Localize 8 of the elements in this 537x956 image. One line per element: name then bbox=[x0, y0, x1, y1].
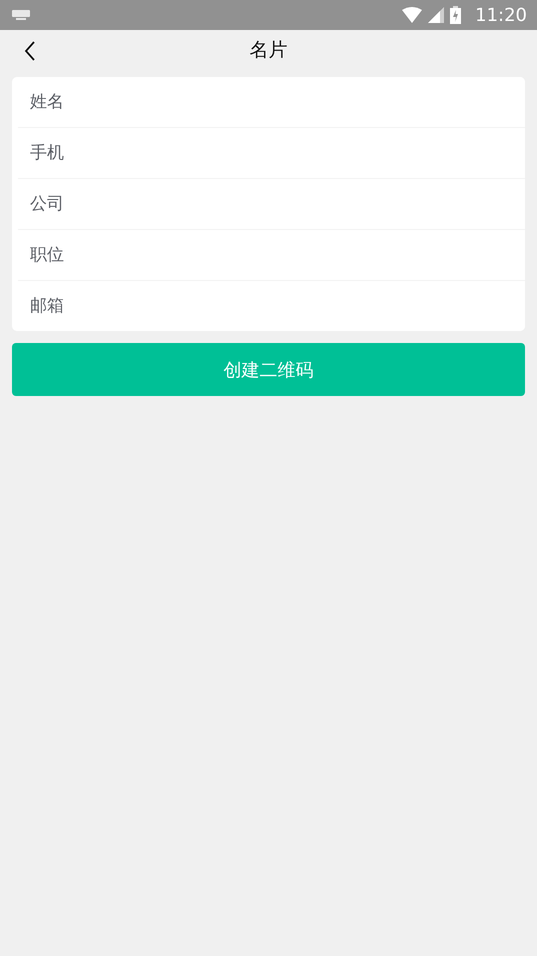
back-icon bbox=[24, 41, 36, 61]
page-title: 名片 bbox=[250, 38, 288, 63]
signal-icon bbox=[428, 7, 444, 23]
wifi-icon bbox=[402, 7, 422, 23]
status-time: 11:20 bbox=[475, 4, 527, 26]
keyboard-icon bbox=[12, 10, 30, 20]
create-qr-button[interactable]: 创建二维码 bbox=[12, 343, 525, 396]
battery-charging-icon bbox=[450, 6, 462, 24]
